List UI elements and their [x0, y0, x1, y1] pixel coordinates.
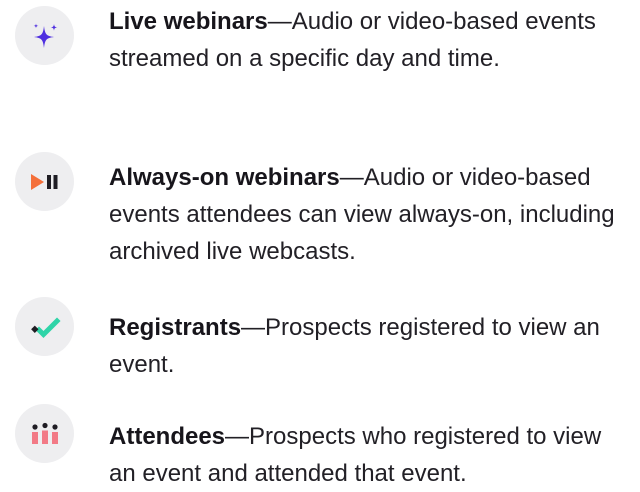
- checkmark-icon-badge: [15, 297, 74, 356]
- item-text: Live webinars—Audio or video-based event…: [109, 3, 629, 77]
- people-icon: [31, 422, 58, 444]
- item-title: Always-on webinars: [109, 164, 340, 191]
- item-text: Always-on webinars—Audio or video-based …: [109, 159, 629, 270]
- play-pause-icon-badge: [15, 152, 74, 211]
- checkmark-icon: [30, 316, 61, 338]
- sparkle-icon-badge: [15, 6, 74, 65]
- people-icon-badge: [15, 404, 74, 463]
- item-title: Live webinars: [109, 8, 268, 35]
- sparkle-icon: [33, 23, 57, 48]
- item-title: Attendees: [109, 423, 226, 450]
- play-pause-icon: [30, 173, 57, 190]
- item-text: Attendees—Prospects who registered to vi…: [109, 418, 629, 492]
- item-title: Registrants: [109, 314, 242, 341]
- item-text: Registrants—Prospects registered to view…: [109, 309, 629, 383]
